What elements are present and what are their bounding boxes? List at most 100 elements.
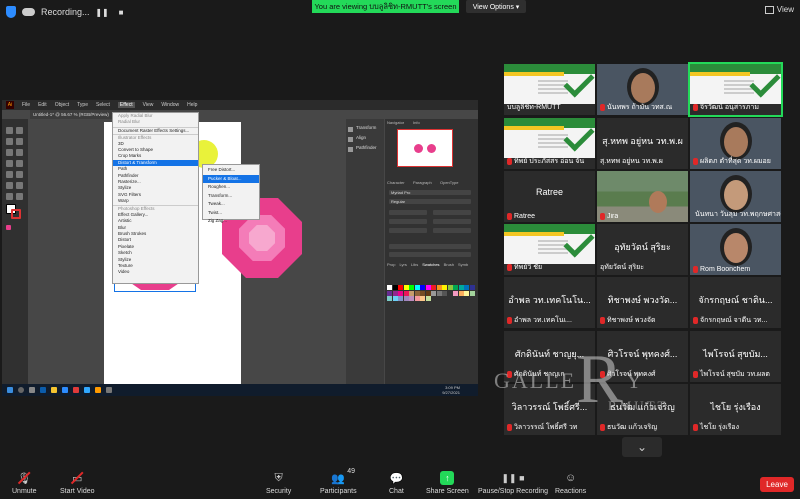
submenu-item[interactable]: Tweak... [203,200,259,209]
snap-to-glyph-row[interactable] [389,244,471,249]
tab-brushes[interactable]: Brush [444,262,454,267]
kerning-field[interactable] [389,219,427,224]
color-swatch[interactable] [403,296,409,301]
participant-tile[interactable]: อุทัยวัตน์ สุริยะ อุทัยวัตน์ สุริยะ [597,224,688,275]
effect-menu-item[interactable]: Video [113,269,198,275]
leading-field[interactable] [433,210,471,215]
panel-pathfinder[interactable]: Pathfinder [346,145,384,155]
glyph-options-row[interactable] [389,252,471,257]
participant-tile[interactable]: นันทพร ถ้ามัน วทส.ณ [597,64,688,115]
submenu-item[interactable]: Twist... [203,209,259,218]
participants-button[interactable]: 👥 49 Participants [320,468,357,495]
participant-tile[interactable]: Rom Boonchem [690,224,781,275]
color-swatch[interactable] [409,285,414,290]
color-swatch[interactable] [398,290,403,296]
start-video-button[interactable]: ▭ Start Video [60,471,95,495]
color-swatch[interactable] [464,290,469,296]
color-swatch[interactable] [458,290,464,296]
submenu-item[interactable]: Free Distort... [203,166,259,175]
color-swatch[interactable] [403,285,409,290]
submenu-item[interactable]: Transform... [203,192,259,201]
color-swatch[interactable] [420,290,425,296]
effect-menu-item[interactable]: Document Raster Effects Settings... [113,126,198,133]
effect-menu-item[interactable]: Radial Blur [113,119,198,125]
tab-paragraph[interactable]: Paragraph [413,180,432,185]
leave-button[interactable]: Leave [760,477,794,492]
tab-info[interactable]: Info [413,120,420,125]
color-swatch[interactable] [392,285,398,290]
participant-tile[interactable]: ศิวโรจน์ พุทคงศ์... ศิวโรจน์ พุทคงศ์ [597,331,688,382]
vertical-scale-field[interactable] [389,228,427,233]
search-icon[interactable] [18,387,24,393]
tab-libraries[interactable]: Libs [411,262,418,267]
chrome-icon[interactable] [73,387,79,393]
font-family-field[interactable]: Myriad Pro [389,190,471,195]
participant-tile[interactable]: ผลิตภ ตำที่สุด วท.ผมอย [690,118,781,169]
font-size-field[interactable] [389,210,427,215]
view-options-button[interactable]: View Options ▾ [466,0,526,13]
color-swatch[interactable] [409,290,414,296]
participant-tile[interactable]: จักรกฤษณ์ ชาติน... จักรกฤษณ์ จาดีน วท... [690,277,781,328]
task-view-icon[interactable] [29,387,35,393]
file-explorer-icon[interactable] [51,387,57,393]
color-swatch[interactable] [387,296,392,301]
color-swatch[interactable] [464,285,469,290]
tab-navigator[interactable]: Navigator [387,120,404,125]
participant-tile[interactable]: ทิพย์วิ ชัย [504,224,595,275]
edge-icon[interactable] [40,387,46,393]
color-swatch[interactable] [458,285,464,290]
participant-tile[interactable]: ทิชาพงษ์ พวงวัด... ทิชาพงษ์ พวงจัด [597,277,688,328]
pause-icon[interactable]: ❚❚ [95,6,108,19]
participant-tile[interactable]: ศักดินันท์ ชาญยุ... ศักดินันท์ ชาญเก [504,331,595,382]
color-swatch[interactable] [420,296,425,301]
color-swatch[interactable] [414,285,420,290]
color-swatch[interactable] [387,285,392,290]
reactions-button[interactable]: ☺ Reactions [555,471,586,495]
color-swatch[interactable] [403,290,409,296]
pause-stop-recording-button[interactable]: ❚❚ ■ Pause/Stop Recording [478,471,548,496]
view-button[interactable]: View [764,5,794,14]
security-button[interactable]: ⛨ Security [266,471,291,496]
color-swatch[interactable] [414,296,420,301]
participant-tile[interactable]: ไชโย รุ่งเรือง ไชโย รุ่งเรือง [690,384,781,435]
color-swatch[interactable] [425,296,431,301]
submenu-item[interactable]: Zig Zag... [203,217,259,226]
share-screen-button[interactable]: ↑ Share Screen [426,471,469,495]
tab-symbols[interactable]: Symb [458,262,468,267]
color-swatch[interactable] [420,285,425,290]
illustrator-taskbar-icon[interactable] [95,387,101,393]
stop-icon[interactable]: ■ [115,6,128,19]
horizontal-scale-field[interactable] [433,228,471,233]
submenu-item[interactable]: Roughen... [203,183,259,192]
chevron-down-icon[interactable]: ⌄ [622,437,662,457]
participant-tile[interactable]: สุ.หทพ อยู่หน วท.พ.ผ สุ.หทพ อยู่หน วท.พ.ผ [597,118,688,169]
color-swatch[interactable] [409,296,414,301]
color-swatch[interactable] [398,285,403,290]
color-swatch[interactable] [447,290,453,296]
participant-tile[interactable]: ทิพย์ ประภัสสร อ่อน จัน [504,118,595,169]
color-swatch[interactable] [431,285,436,290]
tracking-field[interactable] [433,219,471,224]
panel-align[interactable]: Align [346,135,384,145]
participant-tile[interactable]: บบลูลิชิท-RMUTT [504,64,595,115]
windows-start-icon[interactable] [7,387,13,393]
font-style-field[interactable]: Regular [389,199,471,204]
unmute-button[interactable]: 🎙 Unmute [12,471,37,495]
participant-tile[interactable]: นันทนา วันลุม วท.พฤกษศาสตร [690,171,781,222]
tab-layers[interactable]: Lyrs [399,262,406,267]
color-swatch[interactable] [453,285,458,290]
tab-properties[interactable]: Prop [387,262,395,267]
participant-tile[interactable]: Ratree Ratree [504,171,595,222]
photoshop-icon[interactable] [84,387,90,393]
participant-tile[interactable]: Jira [597,171,688,222]
color-swatch[interactable] [398,296,403,301]
tab-swatches[interactable]: Swatches [422,262,439,267]
color-swatch[interactable] [392,290,398,296]
color-swatch[interactable] [425,285,431,290]
color-swatch[interactable] [414,290,420,296]
participant-tile[interactable]: อำพล วท.เทคโนโน... อำพล วท.เทคโนเ... [504,277,595,328]
color-swatch[interactable] [425,290,431,296]
color-swatch[interactable] [442,285,447,290]
color-swatch[interactable] [442,290,447,296]
tab-character[interactable]: Character [387,180,405,185]
